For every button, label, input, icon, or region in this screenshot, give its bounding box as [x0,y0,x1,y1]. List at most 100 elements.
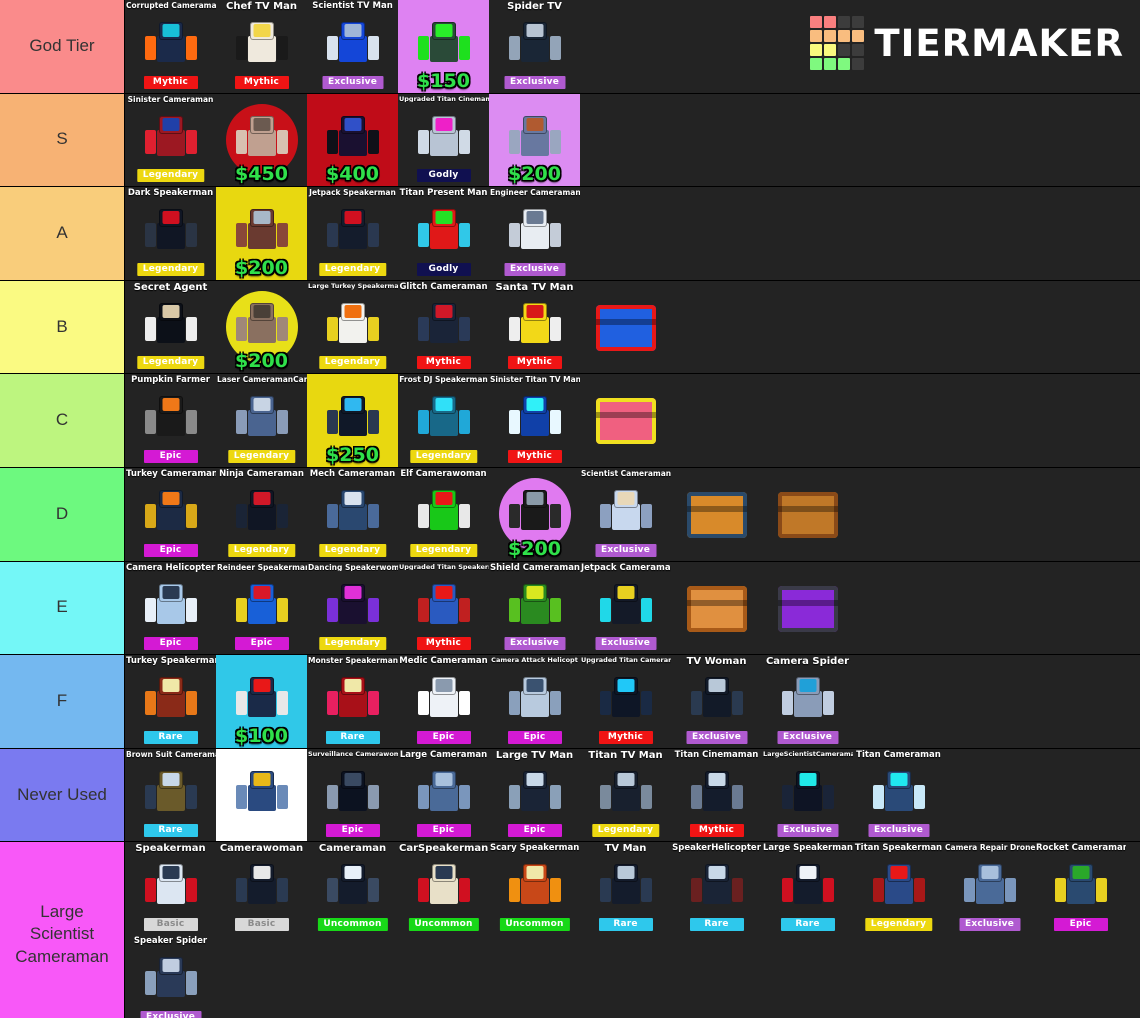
tier-item[interactable]: Titan Cinemaman Mythic [671,749,762,842]
tier-item[interactable] [580,281,671,374]
tier-item[interactable]: Chef TV Man Mythic [216,0,307,93]
tier-label-c[interactable]: C [0,374,125,467]
tier-item[interactable]: Jetpack Cameraman Exclusive [580,562,671,655]
tier-item[interactable]: Scary Speakerman Uncommon [489,842,580,935]
tier-item[interactable]: Monster Speakerman Rare [307,655,398,748]
tier-item[interactable]: Speakerman Basic [125,842,216,935]
tier-item[interactable]: SpeakerHelicopter Rare [671,842,762,935]
tier-item[interactable]: $200 [489,468,580,561]
tier-item[interactable]: LargeScientistCameraman Exclusive [762,749,853,842]
tier-item[interactable]: Sinister Titan TV Man Mythic [489,374,580,467]
figure-screen [162,491,179,505]
tier-item[interactable]: Brown Suit Cameraman Rare [125,749,216,842]
figure-arm-left [326,878,338,903]
tier-items: Dark Speakerman Legendary $200 Jetpack Spea… [125,187,1140,280]
tier-item[interactable]: Frost DJ Speakerman Legendary [398,374,489,467]
tier-item[interactable]: Upgraded Titan Cameraman Mythic [580,655,671,748]
tier-item[interactable]: Santa TV Man Mythic [489,281,580,374]
tier-item[interactable] [671,562,762,655]
tier-item[interactable]: Large Turkey Speakerman Legendary [307,281,398,374]
item-title: Turkey Cameraman [126,468,216,479]
tier-label-e[interactable]: E [0,561,125,655]
figure-screen [162,24,179,37]
tier-item[interactable]: TV Woman Exclusive [671,655,762,748]
tier-label-s[interactable]: S [0,93,125,187]
tier-item[interactable]: Scientist Cameraman Exclusive [580,468,671,561]
rarity-badge: Epic [416,824,471,838]
tier-label-f[interactable]: F [0,655,125,748]
tier-item[interactable]: Dancing Speakerwoman Legendary [307,562,398,655]
tier-item[interactable]: Large Cameraman Epic [398,749,489,842]
tier-item[interactable]: Camerawoman Basic [216,842,307,935]
figure-arm-left [690,691,702,716]
tier-item[interactable]: Large Speakerman Rare [762,842,853,935]
tier-item[interactable]: Rocket Cameraman Epic [1035,842,1126,935]
tier-item[interactable] [580,374,671,467]
tier-item[interactable]: Camera Attack Helicopt Epic [489,655,580,748]
figure-arm-left [417,503,429,528]
tier-item[interactable]: Dark Speakerman Legendary [125,187,216,280]
tier-item[interactable] [216,748,307,842]
tier-item[interactable]: Jetpack Speakerman Legendary [307,187,398,280]
figure-arm-left [508,316,520,341]
tier-label-large-scientist-cameraman[interactable]: Large Scientist Cameraman [0,842,125,1018]
figure-screen [435,491,452,505]
tier-item[interactable]: Camera Repair Drone Exclusive [944,842,1035,935]
tier-item[interactable]: Cameraman Uncommon [307,842,398,935]
tier-item[interactable]: Shield Cameraman Exclusive [489,562,580,655]
tier-item[interactable]: Titan Cameraman Exclusive [853,749,944,842]
tier-item[interactable]: $200 [489,93,580,187]
tier-item[interactable]: Secret Agent Legendary [125,281,216,374]
item-title [216,94,307,96]
tier-item[interactable]: $250 [307,374,398,467]
tier-item[interactable] [671,468,762,561]
tier-item[interactable]: Scientist TV Man Exclusive [307,0,398,93]
tier-item[interactable]: Surveillance Camerawoman Epic [307,749,398,842]
tier-label-b[interactable]: B [0,280,125,374]
tier-item[interactable]: Camera Spider Exclusive [762,655,853,748]
tier-item[interactable]: Reindeer Speakerman Epic [216,562,307,655]
tier-item[interactable]: Laser CameramanCar Legendary [216,374,307,467]
figure-arm-left [781,691,793,716]
tier-item[interactable]: $150 [398,0,489,93]
figure-arm-right [367,691,379,716]
item-title [398,0,489,2]
tier-item[interactable]: Camera Helicopter Epic [125,562,216,655]
tier-item[interactable]: $400 [307,93,398,187]
tier-item[interactable]: Mech Cameraman Legendary [307,468,398,561]
tier-item[interactable]: Speaker Spider Exclusive [125,935,216,1018]
tier-item[interactable]: Elf Camerawoman Legendary [398,468,489,561]
tier-item[interactable]: Pumpkin Farmer Epic [125,374,216,467]
tier-item[interactable]: Titan Present Man Godly [398,187,489,280]
tier-label-never-used[interactable]: Never Used [0,748,125,842]
tier-item[interactable]: Large TV Man Epic [489,749,580,842]
tier-item[interactable]: Upgraded Titan Cinemaman Godly [398,94,489,187]
item-title: Scary Speakerman [490,843,580,854]
rarity-badge: Legendary [318,543,387,557]
tier-label-a[interactable]: A [0,187,125,280]
tier-item[interactable]: Upgraded Titan Speakerman Mythic [398,562,489,655]
tier-label-d[interactable]: D [0,467,125,561]
tier-item[interactable] [762,562,853,655]
tier-item[interactable] [762,468,853,561]
tier-item[interactable]: $100 [216,655,307,748]
tier-item[interactable]: $200 [216,281,307,374]
tier-label-god-tier[interactable]: God Tier [0,0,125,93]
tier-item[interactable]: Glitch Cameraman Mythic [398,281,489,374]
tier-item[interactable]: Sinister Cameraman Legendary [125,94,216,187]
tier-item[interactable]: $450 [216,94,307,187]
tier-item[interactable]: Turkey Speakerman Rare [125,655,216,748]
tier-item[interactable]: Medic Cameraman Epic [398,655,489,748]
tier-item[interactable]: Titan TV Man Legendary [580,749,671,842]
tier-item[interactable]: Turkey Cameraman Epic [125,468,216,561]
tier-item[interactable]: Titan Speakerman Legendary [853,842,944,935]
tier-item[interactable]: CarSpeakerman Uncommon [398,842,489,935]
figure-screen [162,866,179,880]
tier-item[interactable]: Engineer Cameraman Exclusive [489,187,580,280]
figure-screen [617,866,634,880]
tier-item[interactable]: Spider TV Exclusive [489,0,580,93]
tier-item[interactable]: Ninja Cameraman Legendary [216,468,307,561]
tier-item[interactable]: $200 [216,187,307,280]
tier-item[interactable]: TV Man Rare [580,842,671,935]
tier-item[interactable]: Corrupted Cameraman Mythic [125,0,216,93]
